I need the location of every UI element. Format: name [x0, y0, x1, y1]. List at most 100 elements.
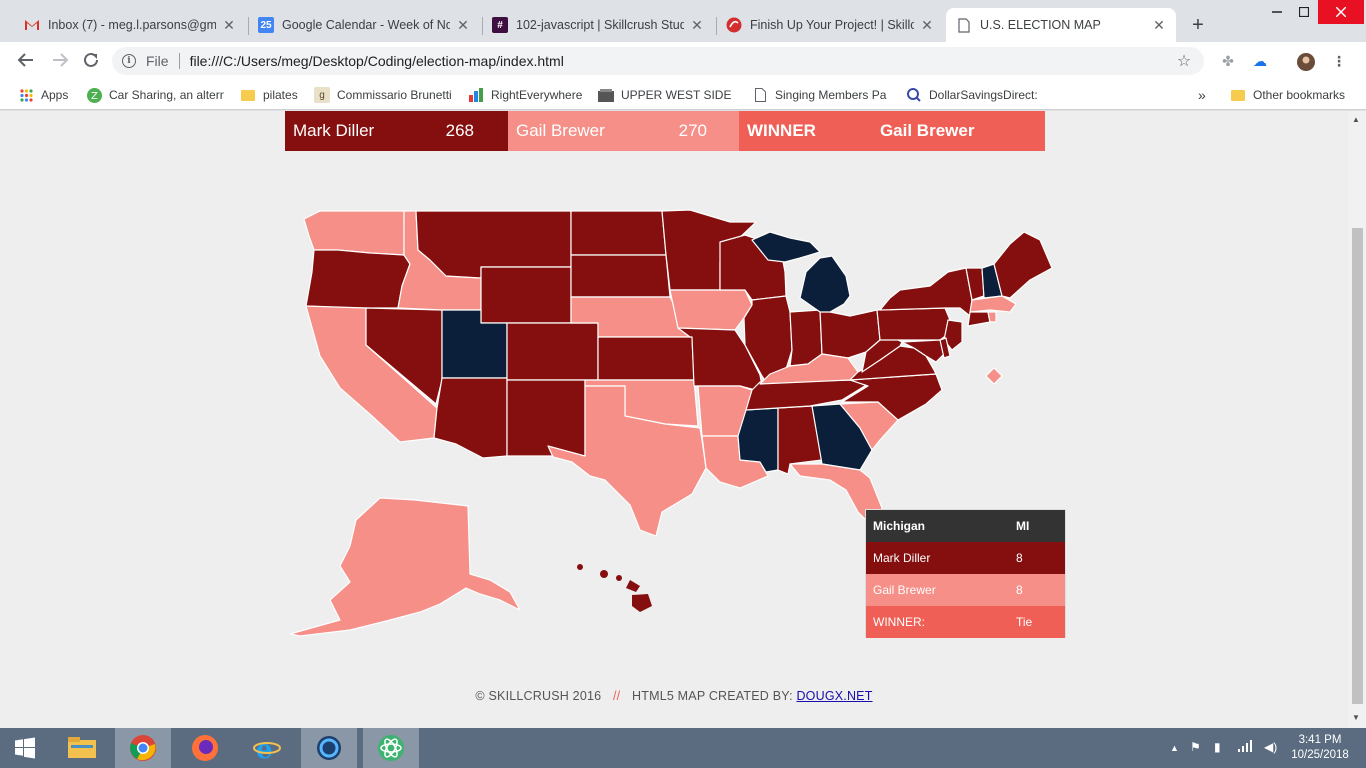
tooltip-winner-label: WINNER:: [873, 615, 925, 629]
close-window-icon[interactable]: [1318, 0, 1364, 24]
scroll-up-arrow-icon[interactable]: ▲: [1352, 115, 1360, 124]
tray-chevron-icon[interactable]: ▲: [1170, 743, 1179, 753]
info-icon[interactable]: i: [122, 54, 136, 68]
tab-gmail[interactable]: Inbox (7) - meg.l.parsons@gmail ✕: [14, 8, 246, 42]
footer-separator: //: [612, 689, 621, 703]
close-icon[interactable]: ✕: [1152, 17, 1166, 34]
state-oregon[interactable]: [305, 249, 411, 309]
tooltip-candidate2-row: Gail Brewer 8: [866, 574, 1065, 606]
tooltip-state-abbr: MI: [1016, 519, 1030, 533]
slack-icon: #: [492, 17, 508, 33]
bookmark-righteverywhere[interactable]: RightEverywhere: [468, 85, 582, 105]
minimize-icon[interactable]: [1262, 0, 1292, 24]
bookmark-singing-members[interactable]: Singing Members Pa: [752, 85, 888, 105]
state-new-mexico[interactable]: [506, 379, 586, 457]
avatar[interactable]: [1297, 53, 1315, 71]
battery-icon[interactable]: ▮: [1214, 740, 1221, 754]
bookmark-label: pilates: [263, 88, 298, 102]
close-icon[interactable]: ✕: [222, 17, 236, 34]
righteverywhere-icon: [468, 87, 484, 103]
skillcrush-icon: [726, 17, 742, 33]
state-rhode-island[interactable]: [987, 311, 997, 323]
state-south-dakota[interactable]: [570, 254, 671, 298]
extension-puzzle-icon[interactable]: ✤: [1219, 53, 1237, 69]
state-colorado[interactable]: [506, 322, 599, 381]
close-icon[interactable]: ✕: [690, 17, 704, 34]
state-dc[interactable]: [985, 367, 1003, 385]
firefox-icon[interactable]: [177, 728, 233, 768]
clock[interactable]: 3:41 PM 10/25/2018: [1290, 733, 1350, 763]
bookmarks-overflow-chevron-icon[interactable]: »: [1198, 85, 1206, 105]
menu-kebab-icon[interactable]: ⋮: [1330, 53, 1348, 69]
state-tooltip: Michigan MI Mark Diller 8 Gail Brewer 8 …: [865, 509, 1066, 638]
page-footer: © SKILLCRUSH 2016 // HTML5 MAP CREATED B…: [0, 689, 1348, 703]
scroll-thumb[interactable]: [1352, 228, 1363, 704]
bookmark-commissario[interactable]: g Commissario Brunetti: [314, 85, 452, 105]
tab-election-map[interactable]: U.S. ELECTION MAP ✕: [946, 8, 1176, 42]
bookmark-star-icon[interactable]: ☆: [1174, 51, 1194, 71]
state-north-dakota[interactable]: [570, 210, 667, 256]
windows-start-icon[interactable]: [0, 728, 50, 768]
us-election-map: [289, 209, 1053, 637]
tab-title: Finish Up Your Project! | Skillcru: [750, 18, 914, 32]
close-icon[interactable]: ✕: [456, 17, 470, 34]
state-michigan[interactable]: [799, 255, 851, 313]
windows-taskbar: e ▲ ⚑ ▮ ◀) 3:41 PM 10/25/2018: [0, 728, 1366, 768]
tab-strip: Inbox (7) - meg.l.parsons@gmail ✕ 25 Goo…: [0, 0, 1366, 42]
bookmark-label: UPPER WEST SIDE —: [621, 88, 734, 102]
page-scrollbar[interactable]: ▲ ▼: [1348, 111, 1366, 728]
state-alaska[interactable]: [289, 497, 521, 637]
chrome-icon[interactable]: [115, 728, 171, 768]
state-arizona[interactable]: [433, 377, 508, 459]
state-connecticut[interactable]: [967, 311, 991, 327]
forward-arrow-icon[interactable]: [50, 51, 70, 71]
media-player-icon[interactable]: [301, 728, 357, 768]
url-text[interactable]: file:///C:/Users/meg/Desktop/Coding/elec…: [190, 53, 1174, 69]
tab-calendar[interactable]: 25 Google Calendar - Week of Nov ✕: [248, 8, 480, 42]
close-icon[interactable]: ✕: [920, 17, 934, 34]
tab-skillcrush[interactable]: Finish Up Your Project! | Skillcru ✕: [716, 8, 944, 42]
file-explorer-icon[interactable]: [54, 728, 110, 768]
state-iowa[interactable]: [669, 289, 753, 331]
bookmark-upper-west-side[interactable]: UPPER WEST SIDE —: [598, 85, 734, 105]
page-viewport: Mark Diller 268 Gail Brewer 270 WINNER G…: [0, 111, 1348, 728]
network-icon[interactable]: [1238, 740, 1254, 755]
state-pennsylvania[interactable]: [876, 307, 951, 341]
bookmark-car-sharing[interactable]: Z Car Sharing, an altern: [86, 85, 224, 105]
footer-link[interactable]: DOUGX.NET: [796, 689, 872, 703]
tooltip-winner-value: Tie: [1016, 615, 1033, 629]
clock-time: 3:41 PM: [1298, 734, 1342, 746]
new-tab-button[interactable]: +: [1186, 14, 1210, 37]
state-new-york[interactable]: [879, 267, 973, 317]
tooltip-state-name: Michigan: [873, 519, 926, 533]
tab-slack[interactable]: # 102-javascript | Skillcrush Stude ✕: [482, 8, 714, 42]
tab-title: U.S. ELECTION MAP: [980, 18, 1101, 32]
bookmark-label: RightEverywhere: [491, 88, 583, 102]
flag-icon[interactable]: ⚑: [1190, 740, 1201, 754]
state-hawaii[interactable]: [577, 564, 652, 612]
bookmark-pilates[interactable]: pilates: [240, 85, 298, 105]
state-maine[interactable]: [993, 231, 1053, 299]
tab-title: 102-javascript | Skillcrush Stude: [516, 18, 684, 32]
tooltip-candidate2-name: Gail Brewer: [873, 583, 936, 597]
bookmark-dollarsavings[interactable]: DollarSavingsDirect:: [906, 85, 1042, 105]
bookmark-label: DollarSavingsDirect:: [929, 88, 1038, 102]
bookmark-other[interactable]: Other bookmarks: [1230, 85, 1345, 105]
internet-explorer-icon[interactable]: e: [239, 728, 295, 768]
island-hawaii-4: [626, 580, 640, 592]
reload-icon[interactable]: [81, 51, 101, 71]
bookmark-apps[interactable]: Apps: [18, 85, 68, 105]
bookmark-label: Other bookmarks: [1253, 88, 1346, 102]
atom-editor-icon[interactable]: [363, 728, 419, 768]
state-wyoming[interactable]: [480, 266, 572, 324]
state-kansas[interactable]: [597, 336, 695, 381]
clock-date: 10/25/2018: [1291, 749, 1349, 761]
address-bar[interactable]: i File file:///C:/Users/meg/Desktop/Codi…: [112, 47, 1204, 75]
volume-icon[interactable]: ◀): [1264, 740, 1277, 754]
back-arrow-icon[interactable]: [16, 51, 36, 71]
state-washington[interactable]: [303, 210, 405, 256]
page-icon: [956, 17, 972, 33]
cloud-icon[interactable]: ☁: [1251, 53, 1269, 69]
scroll-down-arrow-icon[interactable]: ▼: [1352, 713, 1360, 722]
maximize-icon[interactable]: [1289, 0, 1319, 24]
